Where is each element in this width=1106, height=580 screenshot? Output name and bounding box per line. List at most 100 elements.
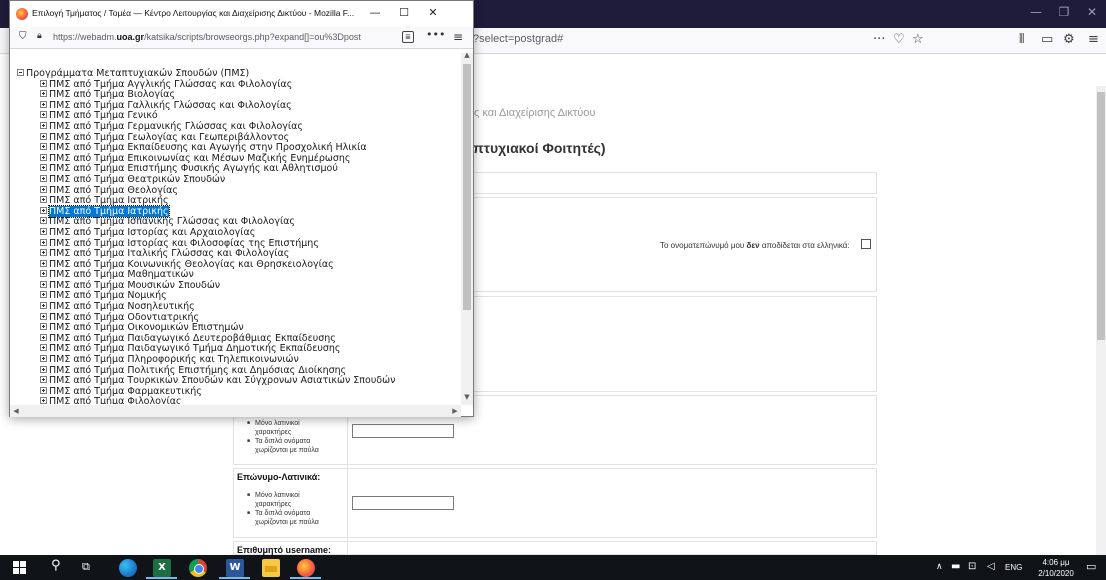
collapse-toggle-icon[interactable]	[17, 69, 24, 76]
expand-toggle-icon[interactable]	[40, 79, 47, 87]
firstname-latin-input[interactable]	[352, 424, 454, 438]
tree-node-label[interactable]: ΠΜΣ από Τμήμα Παιδαγωγικό Τμήμα Δημοτική…	[49, 343, 341, 355]
tree-node-label[interactable]: ΠΜΣ από Τμήμα Αγγλικής Γλώσσας και Φιλολ…	[49, 79, 292, 90]
tree-node-label[interactable]: ΠΜΣ από Τμήμα Φαρμακευτικής	[49, 386, 202, 397]
expand-toggle-icon[interactable]	[40, 302, 47, 310]
expand-toggle-icon[interactable]	[40, 185, 47, 193]
expand-toggle-icon[interactable]	[40, 249, 47, 257]
tree-node-label[interactable]: ΠΜΣ από Τμήμα Θεατρικών Σπουδών	[49, 174, 225, 185]
tree-node-label[interactable]: ΠΜΣ από Τμήμα Πολιτικής Επιστήμης και Δη…	[49, 365, 346, 376]
tree-node-label[interactable]: ΠΜΣ από Τμήμα Γενικό	[49, 110, 158, 122]
page-actions-icon[interactable]: •••	[426, 28, 445, 41]
tree-node-label[interactable]: ΠΜΣ από Τμήμα Ιστορίας και Αρχαιολογίας	[49, 227, 255, 238]
minimize-button[interactable]: —	[1024, 5, 1048, 19]
network-icon[interactable]: ⊡	[968, 561, 976, 572]
expand-toggle-icon[interactable]	[40, 344, 47, 352]
notifications-icon[interactable]: ▭	[1086, 560, 1096, 573]
sidebar-icon[interactable]: ▭	[1041, 32, 1053, 47]
menu-icon[interactable]: ≡	[1088, 32, 1099, 47]
page-actions-icon[interactable]: ···	[873, 32, 885, 47]
task-view-icon[interactable]: ⧉	[82, 560, 100, 578]
pocket-icon[interactable]: ♡	[893, 32, 905, 47]
tree-node-label[interactable]: ΠΜΣ από Τμήμα Νομικής	[49, 290, 167, 302]
chrome-icon[interactable]	[189, 559, 207, 577]
popup-horizontal-scrollbar[interactable]	[10, 405, 461, 417]
expand-toggle-icon[interactable]	[40, 111, 47, 119]
extensions-icon[interactable]: ⚙	[1063, 32, 1075, 47]
expand-toggle-icon[interactable]	[40, 132, 47, 140]
tree-node-label[interactable]: ΠΜΣ από Τμήμα Οικονομικών Επιστημών	[49, 322, 244, 333]
tree-node-label[interactable]: ΠΜΣ από Τμήμα Μουσικών Σπουδών	[49, 280, 220, 291]
battery-icon[interactable]: ▬	[951, 561, 960, 572]
expand-toggle-icon[interactable]	[40, 206, 47, 214]
tree-node-label[interactable]: ΠΜΣ από Τμήμα Φιλολογίας	[49, 396, 182, 404]
tree-node-label[interactable]: ΠΜΣ από Τμήμα Μαθηματικών	[49, 269, 194, 280]
reader-view-icon[interactable]: ≣	[402, 31, 414, 43]
expand-toggle-icon[interactable]	[40, 397, 47, 404]
tree-node-label[interactable]: ΠΜΣ από Τμήμα Πληροφορικής και Τηλεπικοι…	[49, 354, 299, 365]
expand-toggle-icon[interactable]	[40, 312, 47, 320]
tree-node-label[interactable]: ΠΜΣ από Τμήμα Γερμανικής Γλώσσας και Φιλ…	[49, 121, 303, 132]
tree-node-label[interactable]: ΠΜΣ από Τμήμα Ιατρικής	[48, 204, 170, 218]
tree-node-label[interactable]: ΠΜΣ από Τμήμα Γαλλικής Γλώσσας και Φιλολ…	[49, 100, 292, 111]
expand-toggle-icon[interactable]	[40, 153, 47, 161]
tree-node-label[interactable]: ΠΜΣ από Τμήμα Νοσηλευτικής	[49, 301, 195, 312]
popup-minimize-button[interactable]: —	[363, 6, 387, 19]
tree-node-label[interactable]: ΠΜΣ από Τμήμα Ιστορίας και Φιλοσοφίας τη…	[49, 238, 319, 249]
scroll-up-icon[interactable]: ▲	[461, 51, 473, 63]
search-icon[interactable]: ⚲	[51, 558, 69, 576]
expand-toggle-icon[interactable]	[40, 333, 47, 341]
expand-toggle-icon[interactable]	[40, 174, 47, 182]
tree-node-label[interactable]: ΠΜΣ από Τμήμα Ιατρικής	[49, 195, 169, 206]
background-url[interactable]: ?select=postgrad#	[473, 33, 563, 45]
tree-node-label[interactable]: ΠΜΣ από Τμήμα Βιολογίας	[49, 89, 175, 100]
expand-toggle-icon[interactable]	[40, 164, 47, 172]
close-button[interactable]: ✕	[1080, 5, 1104, 19]
expand-toggle-icon[interactable]	[40, 100, 47, 108]
expand-toggle-icon[interactable]	[40, 355, 47, 363]
expand-toggle-icon[interactable]	[40, 227, 47, 235]
expand-toggle-icon[interactable]	[40, 121, 47, 129]
expand-toggle-icon[interactable]	[40, 270, 47, 278]
tray-chevron-up-icon[interactable]: ∧	[936, 562, 943, 572]
tree-node-label[interactable]: ΠΜΣ από Τμήμα Γεωλογίας και Γεωπεριβάλλο…	[49, 132, 289, 143]
file-explorer-icon[interactable]	[262, 559, 280, 577]
input-language[interactable]: ENG	[1005, 563, 1022, 572]
scroll-left-icon[interactable]: ◀	[11, 405, 21, 417]
excel-icon[interactable]: X	[153, 559, 171, 577]
firefox-icon[interactable]	[297, 559, 315, 577]
expand-toggle-icon[interactable]	[40, 291, 47, 299]
lock-icon[interactable]: 🔒︎	[37, 31, 42, 41]
tree-node-label[interactable]: ΠΜΣ από Τμήμα Εκπαίδευσης και Αγωγής στη…	[49, 142, 367, 153]
expand-toggle-icon[interactable]	[40, 386, 47, 394]
expand-toggle-icon[interactable]	[40, 365, 47, 373]
tree-root-label[interactable]: Προγράμματα Μεταπτυχιακών Σπουδών (ΠΜΣ)	[26, 68, 249, 79]
popup-maximize-button[interactable]: ☐	[392, 6, 416, 19]
page-scrollbar-thumb[interactable]	[1097, 92, 1105, 340]
star-icon[interactable]: ☆	[912, 32, 924, 47]
popup-vertical-scrollbar-thumb[interactable]	[463, 64, 471, 310]
expand-toggle-icon[interactable]	[40, 196, 47, 204]
menu-icon[interactable]: ≡	[453, 30, 463, 44]
latin-name-checkbox[interactable]	[861, 239, 871, 249]
tree-node-label[interactable]: ΠΜΣ από Τμήμα Παιδαγωγικό Δευτεροβάθμιας…	[49, 333, 336, 344]
tree-node[interactable]: ΠΜΣ από Τμήμα Φιλολογίας	[17, 397, 395, 404]
tree-node-label[interactable]: ΠΜΣ από Τμήμα Κοινωνικής Θεολογίας και Θ…	[49, 259, 334, 270]
expand-toggle-icon[interactable]	[40, 280, 47, 288]
popup-close-button[interactable]: ✕	[421, 6, 445, 19]
tree-node-label[interactable]: ΠΜΣ από Τμήμα Ισπανικής Γλώσσας και Φιλο…	[49, 216, 295, 228]
expand-toggle-icon[interactable]	[40, 238, 47, 246]
expand-toggle-icon[interactable]	[40, 376, 47, 384]
tree-node-label[interactable]: ΠΜΣ από Τμήμα Τουρκικών Σπουδών και Σύγχ…	[49, 375, 395, 386]
scroll-right-icon[interactable]: ▶	[450, 405, 460, 417]
expand-toggle-icon[interactable]	[40, 143, 47, 151]
library-icon[interactable]: ⫴	[1019, 32, 1024, 47]
windows-start-icon[interactable]	[13, 561, 26, 574]
expand-toggle-icon[interactable]	[40, 217, 47, 225]
tree-node-label[interactable]: ΠΜΣ από Τμήμα Επιστήμης Φυσικής Αγωγής κ…	[49, 163, 338, 175]
tree-node-label[interactable]: ΠΜΣ από Τμήμα Επικοινωνίας και Μέσων Μαζ…	[49, 153, 350, 164]
scroll-down-icon[interactable]: ▼	[461, 393, 473, 405]
popup-url[interactable]: https://webadm.uoa.gr/katsika/scripts/br…	[53, 32, 361, 42]
expand-toggle-icon[interactable]	[40, 259, 47, 267]
volume-icon[interactable]: ◁	[987, 561, 995, 572]
